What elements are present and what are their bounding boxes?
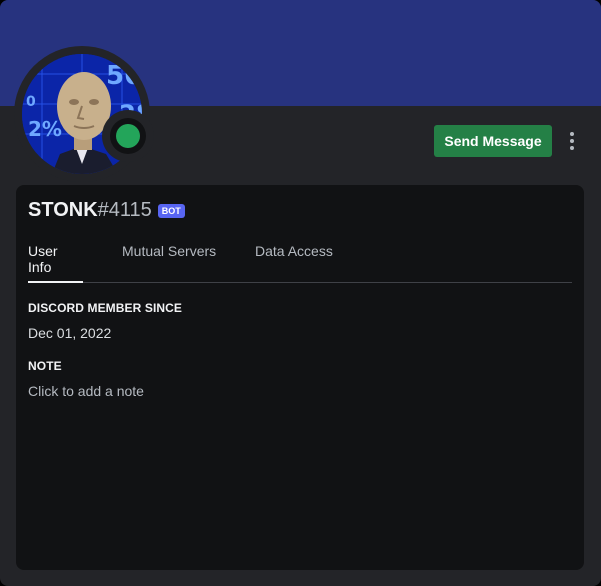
- note-title: NOTE: [28, 359, 62, 373]
- member-since-title: DISCORD MEMBER SINCE: [28, 301, 183, 315]
- profile-tabs: User Info Mutual Servers Data Access: [28, 233, 572, 283]
- note-input[interactable]: Click to add a note: [28, 383, 144, 399]
- user-profile-card: 56 .28 2% 0: [0, 0, 601, 586]
- online-status-icon: [110, 118, 146, 154]
- profile-info-panel: STONK #4115 BOT User Info Mutual Servers…: [16, 185, 584, 570]
- username: STONK: [28, 199, 98, 221]
- tab-user-info[interactable]: User Info: [28, 243, 83, 283]
- tab-data-access[interactable]: Data Access: [255, 243, 333, 281]
- vertical-ellipsis-icon[interactable]: [562, 129, 582, 153]
- bot-badge: BOT: [157, 203, 185, 218]
- status-indicator: [102, 110, 154, 162]
- tab-mutual-servers[interactable]: Mutual Servers: [122, 243, 216, 281]
- svg-text:56: 56: [106, 61, 142, 91]
- avatar-container[interactable]: 56 .28 2% 0: [14, 46, 154, 182]
- send-message-button[interactable]: Send Message: [434, 125, 552, 157]
- discriminator: #4115: [97, 199, 152, 221]
- member-since-value: Dec 01, 2022: [28, 325, 112, 341]
- svg-text:2%: 2%: [28, 117, 62, 141]
- username-row: STONK #4115 BOT: [28, 199, 185, 222]
- svg-text:0: 0: [26, 94, 36, 110]
